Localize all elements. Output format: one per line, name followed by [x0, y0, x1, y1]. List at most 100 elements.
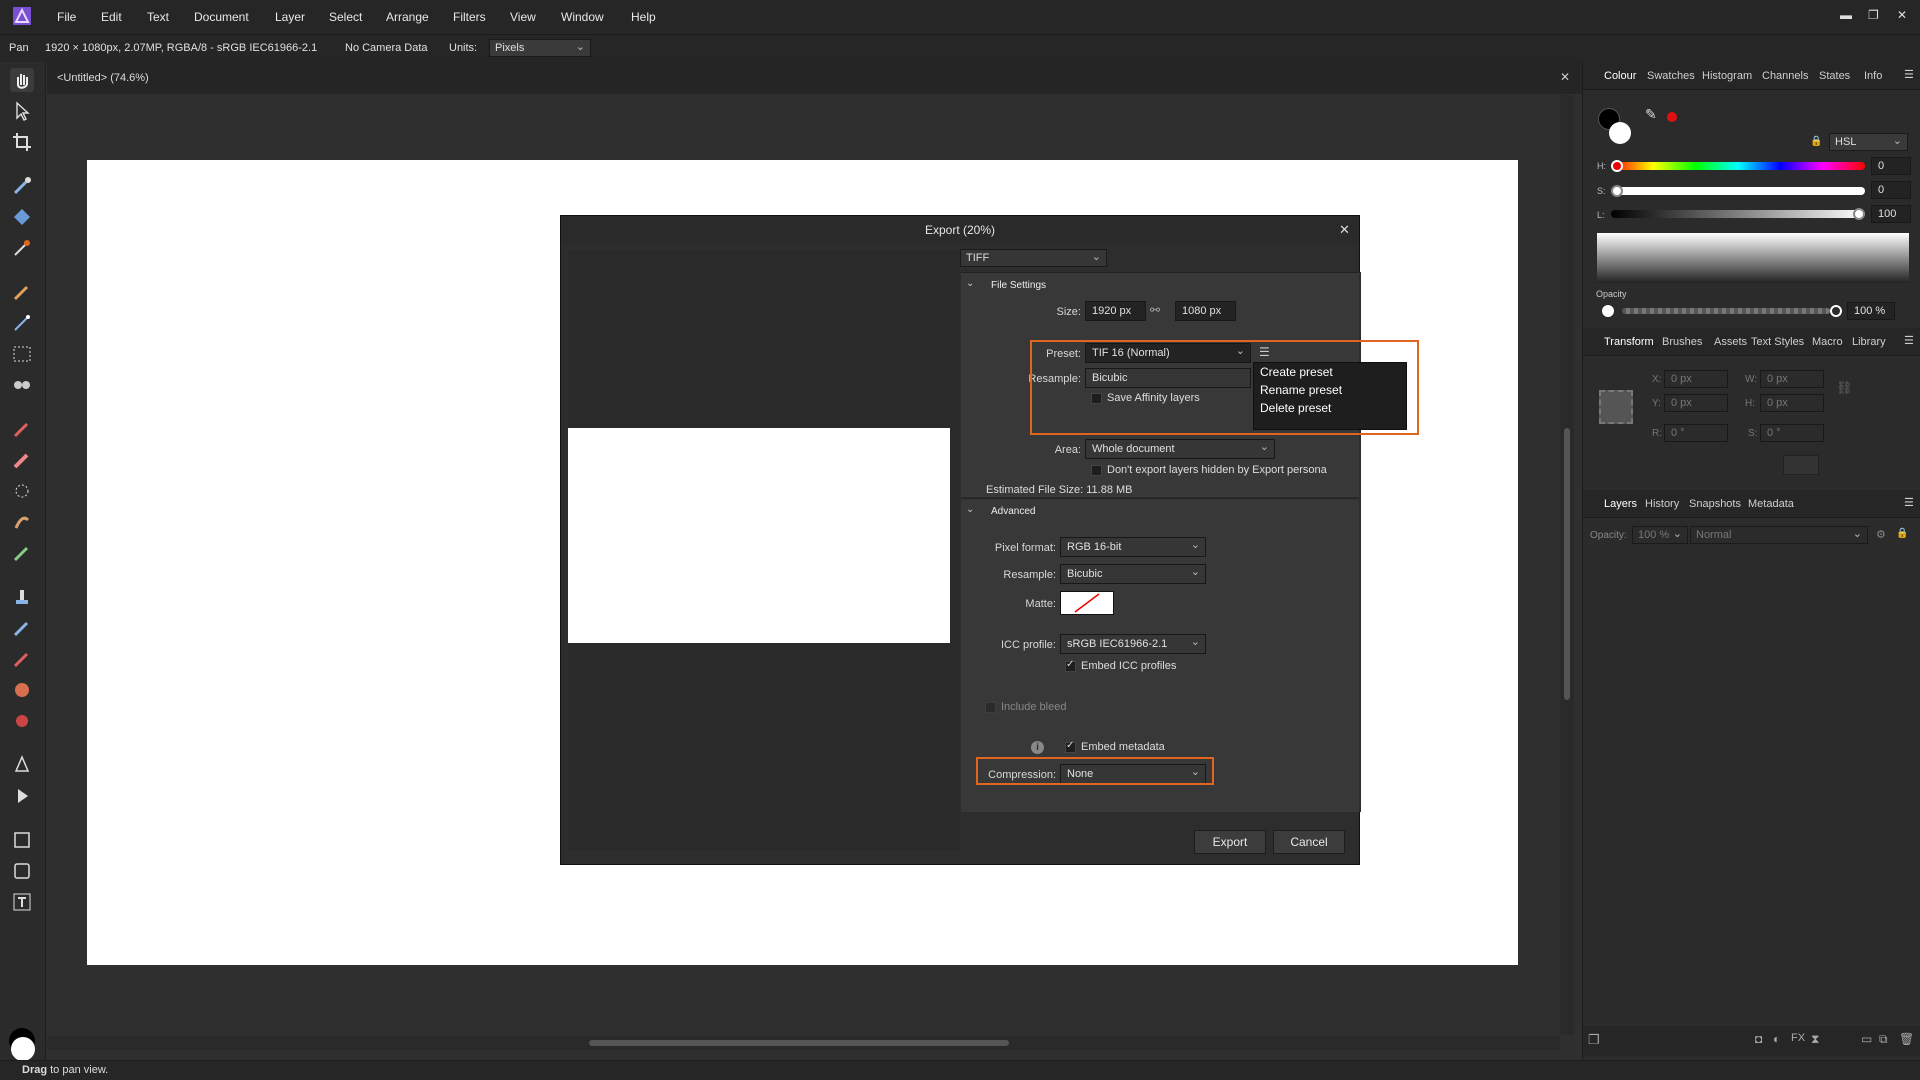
transform-panel-menu-icon[interactable]: ☰ [1904, 334, 1914, 347]
horizontal-scroll-thumb[interactable] [589, 1040, 1009, 1046]
selection-brush-icon[interactable] [10, 174, 34, 198]
picked-colour-swatch[interactable] [1667, 112, 1677, 122]
opacity-value-input[interactable]: 100 % [1847, 302, 1895, 320]
node-tool-icon[interactable] [10, 784, 34, 808]
width-input[interactable]: 1920 px [1085, 301, 1146, 321]
mask-layer-icon[interactable]: ◘ [1755, 1032, 1762, 1046]
tab-assets[interactable]: Assets [1714, 336, 1747, 348]
eraser-icon[interactable] [10, 448, 34, 472]
saturation-slider[interactable] [1611, 187, 1865, 195]
tab-snapshots[interactable]: Snapshots [1689, 498, 1741, 510]
tab-library[interactable]: Library [1852, 336, 1886, 348]
blend-mode-select[interactable]: Normal [1690, 526, 1868, 544]
adjustment-icon[interactable]: ◐ [1773, 1032, 1780, 1046]
add-group-icon[interactable]: ▭ [1861, 1032, 1872, 1046]
colour-picker-icon[interactable] [10, 236, 34, 260]
menu-text[interactable]: Text [147, 10, 169, 24]
tab-channels[interactable]: Channels [1762, 70, 1808, 82]
close-window-icon[interactable]: ✕ [1897, 8, 1907, 22]
units-select[interactable]: Pixels [489, 39, 591, 57]
l-value-input[interactable]: 100 [1871, 205, 1911, 223]
s-value-input[interactable]: 0 [1871, 181, 1911, 199]
patch-tool-icon[interactable] [10, 616, 34, 640]
layer-settings-icon[interactable]: ⚙ [1876, 528, 1886, 541]
close-document-icon[interactable]: ✕ [1560, 70, 1570, 84]
saturation-slider-thumb[interactable] [1611, 185, 1623, 197]
shear-input[interactable]: 0 ° [1760, 424, 1824, 442]
metadata-info-icon[interactable]: i [1031, 741, 1044, 754]
colour-mode-select[interactable]: HSL [1829, 133, 1908, 151]
red-eye-icon[interactable] [10, 373, 34, 397]
restore-icon[interactable]: ❐ [1868, 8, 1879, 22]
h-input[interactable]: 0 px [1760, 394, 1824, 412]
adv-resample-select[interactable]: Bicubic [1060, 564, 1206, 584]
menu-select[interactable]: Select [329, 10, 362, 24]
flood-select-icon[interactable] [10, 205, 34, 229]
smudge-icon[interactable] [10, 510, 34, 534]
tab-colour[interactable]: Colour [1604, 70, 1636, 82]
export-button[interactable]: Export [1194, 830, 1266, 854]
delete-layer-icon[interactable]: 🗑 [1899, 1032, 1914, 1046]
clone-stamp-icon[interactable] [10, 585, 34, 609]
layers-panel-menu-icon[interactable]: ☰ [1904, 496, 1914, 509]
create-preset-item[interactable]: Create preset [1254, 363, 1406, 381]
menu-help[interactable]: Help [631, 10, 656, 24]
minimize-icon[interactable]: ▬ [1840, 8, 1852, 22]
rectangle-tool-icon[interactable] [10, 828, 34, 852]
w-input[interactable]: 0 px [1760, 370, 1824, 388]
collapse-advanced-icon[interactable]: ⌄ [966, 504, 974, 515]
menu-filters[interactable]: Filters [453, 10, 486, 24]
h-value-input[interactable]: 0 [1871, 157, 1911, 175]
marquee-tool-icon[interactable] [10, 342, 34, 366]
document-tab[interactable]: <Untitled> (74.6%) ✕ [47, 62, 1582, 94]
x-input[interactable]: 0 px [1664, 370, 1728, 388]
tab-swatches[interactable]: Swatches [1647, 70, 1695, 82]
tab-brushes[interactable]: Brushes [1662, 336, 1702, 348]
include-bleed-checkbox[interactable] [985, 702, 996, 713]
cancel-button[interactable]: Cancel [1273, 830, 1345, 854]
eyedropper-icon[interactable]: ✎ [1645, 106, 1657, 123]
paint-brush-icon[interactable] [10, 280, 34, 304]
menu-layer[interactable]: Layer [275, 10, 305, 24]
magic-wand-icon[interactable] [10, 311, 34, 335]
pixel-format-select[interactable]: RGB 16-bit [1060, 537, 1206, 557]
height-input[interactable]: 1080 px [1175, 301, 1236, 321]
text-tool-icon[interactable] [10, 890, 34, 914]
move-tool-icon[interactable] [10, 99, 34, 123]
dodge-icon[interactable] [10, 479, 34, 503]
menu-edit[interactable]: Edit [101, 10, 122, 24]
rotation-input[interactable]: 0 ° [1664, 424, 1728, 442]
vertical-scrollbar[interactable] [1560, 95, 1574, 1035]
add-layer-icon[interactable]: ⧉ [1879, 1032, 1888, 1047]
matte-swatch[interactable] [1060, 591, 1114, 615]
shape-tool-icon[interactable] [10, 859, 34, 883]
horizontal-scrollbar[interactable] [47, 1036, 1560, 1050]
pen-tool-icon[interactable] [10, 753, 34, 777]
delete-preset-item[interactable]: Delete preset [1254, 399, 1406, 417]
healing-brush-icon[interactable] [10, 541, 34, 565]
anchor-selector-icon[interactable] [1599, 390, 1633, 424]
crop-tool-icon[interactable] [10, 130, 34, 154]
link-aspect-icon[interactable]: ⛓ [1836, 380, 1853, 396]
tab-histogram[interactable]: Histogram [1702, 70, 1752, 82]
tab-text-styles[interactable]: Text Styles [1751, 336, 1804, 348]
layer-lock-icon[interactable]: 🔒 [1896, 528, 1908, 539]
secondary-colour-swatch[interactable] [11, 1037, 35, 1061]
lightness-slider-thumb[interactable] [1853, 208, 1865, 220]
tab-info[interactable]: Info [1864, 70, 1882, 82]
panel-toggle-icon[interactable]: ❐ [1588, 1032, 1600, 1048]
menu-view[interactable]: View [510, 10, 536, 24]
collapse-file-settings-icon[interactable]: ⌄ [966, 278, 974, 289]
colour-panel-menu-icon[interactable]: ☰ [1904, 68, 1914, 81]
hue-slider-thumb[interactable] [1611, 160, 1623, 172]
area-select[interactable]: Whole document [1085, 439, 1275, 459]
tab-metadata[interactable]: Metadata [1748, 498, 1794, 510]
menu-window[interactable]: Window [561, 10, 604, 24]
close-dialog-icon[interactable]: ✕ [1339, 222, 1350, 238]
pan-tool-icon[interactable] [10, 68, 34, 92]
format-select[interactable]: TIFF [960, 249, 1107, 267]
icc-profile-select[interactable]: sRGB IEC61966-2.1 [1060, 634, 1206, 654]
lock-icon[interactable]: 🔒 [1810, 136, 1822, 147]
link-size-icon[interactable]: ⚯ [1150, 303, 1160, 317]
tab-macro[interactable]: Macro [1812, 336, 1843, 348]
